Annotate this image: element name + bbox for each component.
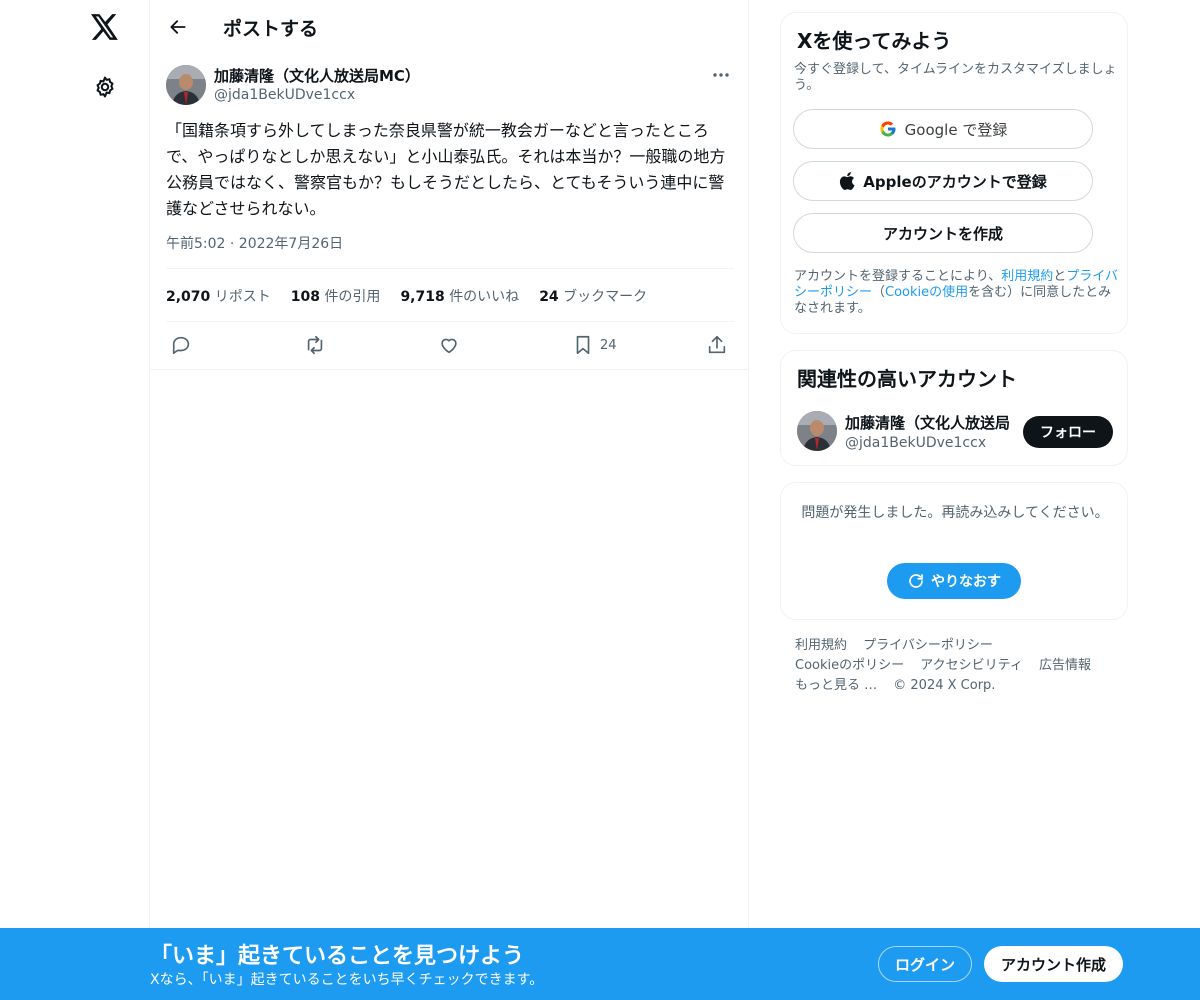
page-title: ポストする xyxy=(223,18,319,40)
repost-button[interactable] xyxy=(304,333,326,357)
more-icon[interactable] xyxy=(706,65,736,85)
related-account-name[interactable]: 加藤清隆（文化人放送局 xyxy=(845,412,1015,433)
apple-signup-label: Appleのアカウントで登録 xyxy=(863,172,1047,191)
heart-icon xyxy=(441,338,457,354)
create-account-label: アカウントを作成 xyxy=(882,224,1003,243)
bookmarks-stat[interactable]: 24 ブックマーク xyxy=(539,286,647,306)
refresh-icon xyxy=(909,574,923,588)
footer-links: 利用規約 プライバシーポリシー Cookieのポリシー アクセシビリティ 広告情… xyxy=(795,636,1115,696)
arrow-left-icon[interactable] xyxy=(164,13,192,41)
footer-copyright: © 2024 X Corp. xyxy=(893,678,996,693)
error-card: 問題が発生しました。再読み込みしてください。 やりなおす xyxy=(780,482,1128,620)
author-name[interactable]: 加藤清隆（文化人放送局MC） xyxy=(214,65,420,86)
divider xyxy=(166,268,734,269)
error-message: 問題が発生しました。再読み込みしてください。 xyxy=(801,505,1109,521)
retry-button[interactable]: やりなおす xyxy=(887,563,1021,599)
related-account-handle[interactable]: @jda1BekUDve1ccx xyxy=(845,435,986,451)
footer-ads-link[interactable]: 広告情報 xyxy=(1039,658,1091,673)
x-logo-icon[interactable] xyxy=(90,12,120,42)
banner-subline: Xなら、「いま」起きていることをいち早くチェックできます。 xyxy=(150,972,544,988)
bookmark-count: 24 xyxy=(600,337,617,353)
footer-cookie-link[interactable]: Cookieのポリシー xyxy=(795,658,904,673)
signup-card: Xを使ってみよう 今すぐ登録して、タイムラインをカスタマイズしましょう。 Goo… xyxy=(780,12,1128,334)
divider xyxy=(150,369,749,370)
signup-card-title: Xを使ってみよう xyxy=(797,29,952,53)
repost-icon xyxy=(307,335,323,355)
bookmark-button[interactable]: 24 xyxy=(572,333,617,357)
author-handle[interactable]: @jda1BekUDve1ccx xyxy=(214,87,355,103)
apple-icon xyxy=(840,172,855,190)
post-author: 加藤清隆（文化人放送局MC） @jda1BekUDve1ccx xyxy=(166,65,736,107)
google-signup-label: Google で登録 xyxy=(904,120,1008,139)
main-column: ポストする 加藤清隆（文化人放送局MC） @jda1BekUDve1ccx 「国… xyxy=(149,0,749,1000)
create-account-button[interactable]: アカウントを作成 xyxy=(793,213,1093,253)
reply-button[interactable] xyxy=(170,333,192,357)
bottom-signup-banner: 「いま」起きていることを見つけよう Xなら、「いま」起きていることをいち早くチェ… xyxy=(0,928,1200,1000)
gear-icon[interactable] xyxy=(91,73,119,101)
post-actions: 24 xyxy=(166,333,734,359)
related-accounts-card: 関連性の高いアカウント 加藤清隆（文化人放送局 @jda1BekUDve1ccx… xyxy=(780,350,1128,466)
cookie-link[interactable]: Cookieの使用 xyxy=(885,285,968,300)
likes-stat[interactable]: 9,718 件のいいね xyxy=(400,286,519,306)
footer-more-link[interactable]: もっと見る … xyxy=(795,678,877,693)
signup-legal-text: アカウントを登録することにより、利用規約とプライバシーポリシー（Cookieの使… xyxy=(794,269,1119,316)
share-button[interactable] xyxy=(706,333,728,357)
footer-privacy-link[interactable]: プライバシーポリシー xyxy=(863,638,993,653)
footer-accessibility-link[interactable]: アクセシビリティ xyxy=(920,658,1023,673)
reply-icon xyxy=(172,336,190,355)
avatar[interactable] xyxy=(797,411,837,451)
left-nav xyxy=(0,0,150,1000)
follow-button[interactable]: フォロー xyxy=(1023,416,1113,448)
footer-terms-link[interactable]: 利用規約 xyxy=(795,638,847,653)
post-stats: 2,070 リポスト 108 件の引用 9,718 件のいいね 24 ブックマー… xyxy=(166,286,647,306)
bookmark-icon xyxy=(576,335,590,355)
related-card-title: 関連性の高いアカウント xyxy=(797,367,1017,391)
retry-label: やりなおす xyxy=(931,574,1001,590)
google-signup-button[interactable]: Google で登録 xyxy=(793,109,1093,149)
signup-button[interactable]: アカウント作成 xyxy=(984,946,1123,982)
login-button[interactable]: ログイン xyxy=(878,946,972,982)
post-timestamp[interactable]: 午前5:02 · 2022年7月26日 xyxy=(166,233,343,253)
terms-link[interactable]: 利用規約 xyxy=(1001,269,1053,284)
post-text: 「国籍条項すら外してしまった奈良県警が統一教会ガーなどと言ったところで、やっぱり… xyxy=(166,121,726,218)
page-header: ポストする xyxy=(150,0,748,54)
quotes-stat[interactable]: 108 件の引用 xyxy=(291,286,381,306)
share-icon xyxy=(708,335,726,354)
avatar[interactable] xyxy=(166,65,206,105)
google-icon xyxy=(880,121,896,137)
divider xyxy=(166,321,734,322)
reposts-stat[interactable]: 2,070 リポスト xyxy=(166,286,271,306)
signup-card-subtitle: 今すぐ登録して、タイムラインをカスタマイズしましょう。 xyxy=(794,62,1117,93)
apple-signup-button[interactable]: Appleのアカウントで登録 xyxy=(793,161,1093,201)
banner-headline: 「いま」起きていることを見つけよう xyxy=(150,944,525,969)
like-button[interactable] xyxy=(438,333,460,357)
